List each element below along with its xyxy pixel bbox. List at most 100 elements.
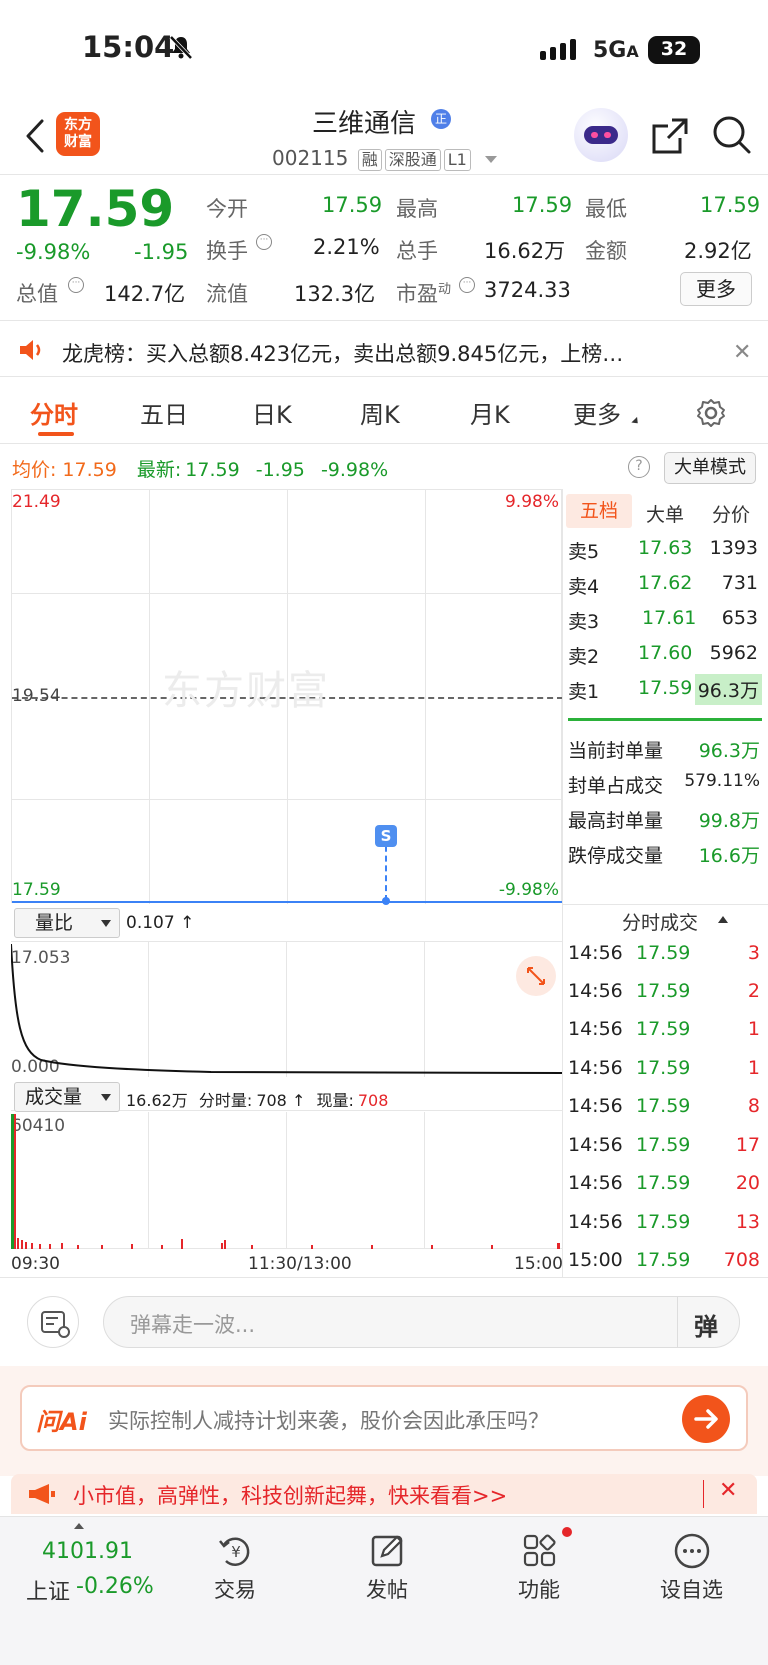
chevron-down-icon[interactable]: [485, 156, 498, 163]
mcap-value: 142.7亿: [104, 282, 186, 306]
nav-functions[interactable]: 功能: [518, 1574, 560, 1604]
tick-qty: 3: [747, 942, 760, 964]
nav-post[interactable]: 发帖: [366, 1574, 408, 1604]
info-icon[interactable]: ···: [256, 234, 272, 250]
tick-time: 14:56: [568, 1057, 623, 1079]
pe-label: 市盈动: [396, 282, 452, 306]
search-icon[interactable]: [711, 114, 753, 160]
promo-banner[interactable]: 小市值，高弹性，科技创新起舞，快来看看>> ✕: [11, 1474, 757, 1514]
tick-row: 14:56 17.59 2: [568, 980, 764, 1014]
index-value[interactable]: 4101.91: [42, 1539, 133, 1564]
info-icon[interactable]: ···: [459, 277, 475, 293]
volume-ratio-value: 0.107 ↑: [126, 913, 195, 933]
tick-time: 14:56: [568, 1018, 623, 1040]
sell-marker-icon[interactable]: S: [375, 825, 397, 847]
nav-trade[interactable]: 交易: [214, 1574, 256, 1604]
tick-price: 17.59: [636, 1018, 691, 1040]
tab-big-order[interactable]: 大单: [646, 500, 684, 527]
arrow-right-icon[interactable]: [682, 1395, 730, 1443]
volume-select[interactable]: 成交量: [14, 1082, 120, 1112]
volume-total: 16.62万: [126, 1091, 188, 1110]
danmu-input[interactable]: 弹幕走一波... 弹: [103, 1296, 740, 1348]
ask-price: 17.60: [638, 642, 693, 664]
volume-select-label: 成交量: [25, 1086, 83, 1108]
ask-label: 卖1: [568, 681, 600, 703]
close-icon[interactable]: ✕: [733, 340, 751, 365]
volume-ratio-panel: 量比 0.107 ↑ 17.053 0.000 成交量 16.62万 分时量: 7…: [11, 905, 562, 1112]
expand-icon[interactable]: [516, 956, 556, 996]
low-label: 最低: [585, 197, 627, 221]
big-order-mode-button[interactable]: 大单模式: [664, 452, 756, 484]
stat-label: 封单占成交: [568, 775, 664, 797]
tick-price: 17.59: [636, 1172, 691, 1194]
volume-ratio-select[interactable]: 量比: [14, 908, 120, 938]
tick-price: 17.59: [636, 980, 691, 1002]
back-icon[interactable]: [24, 118, 46, 158]
tab-more[interactable]: 更多: [573, 395, 621, 430]
stat-row: 封单占成交 579.11%: [568, 771, 764, 801]
tab-daily-k[interactable]: 日K: [252, 395, 292, 430]
network-type: 5GA: [593, 38, 639, 63]
add-watchlist-icon[interactable]: [672, 1531, 712, 1575]
tick-price: 17.59: [636, 942, 691, 964]
trade-icon[interactable]: ¥: [216, 1531, 256, 1575]
volume-chart[interactable]: 60410: [11, 1112, 562, 1249]
help-icon[interactable]: ?: [628, 456, 650, 478]
tick-price: 17.59: [636, 1249, 691, 1271]
info-icon[interactable]: ···: [68, 277, 84, 293]
tab-five-day[interactable]: 五日: [140, 395, 188, 430]
time-start: 09:30: [11, 1254, 60, 1274]
tick-time: 14:56: [568, 1172, 623, 1194]
ai-question-card[interactable]: 问Ai 实际控制人减持计划来袭，股价会因此承压吗？: [20, 1385, 748, 1451]
tick-row: 14:56 17.59 20: [568, 1172, 764, 1206]
speaker-icon: [18, 338, 46, 366]
tick-time: 15:00: [568, 1249, 623, 1271]
tab-price-dist[interactable]: 分价: [712, 500, 750, 527]
more-button[interactable]: 更多: [680, 272, 752, 306]
intraday-chart[interactable]: 东方财富 21.49 9.98% 19.54 17.59 -9.98% S: [11, 489, 563, 905]
app-logo: 东方 财富: [56, 112, 100, 156]
nav-add-watchlist[interactable]: 设自选: [660, 1574, 723, 1604]
mcap-label: 总值: [16, 282, 58, 306]
tab-weekly-k[interactable]: 周K: [360, 395, 400, 430]
tick-row: 14:56 17.59 8: [568, 1095, 764, 1129]
ask-price: 17.62: [638, 572, 693, 594]
tab-intraday[interactable]: 分时: [30, 395, 78, 430]
ticks-title[interactable]: 分时成交: [622, 908, 698, 935]
sort-up-icon: [718, 916, 728, 923]
danmu-settings-icon[interactable]: [27, 1296, 79, 1348]
stat-value: 99.8万: [698, 810, 760, 832]
float-label: 流值: [206, 282, 248, 306]
time-mid: 11:30/13:00: [248, 1254, 352, 1274]
robot-avatar-icon[interactable]: [574, 108, 628, 162]
tab-more-caret-icon: [631, 416, 641, 427]
post-icon[interactable]: [368, 1531, 408, 1575]
avg-label: 均价:: [12, 459, 57, 481]
status-bar: 15:04 5GA 32: [0, 0, 768, 100]
ask-qty: 5962: [709, 642, 758, 664]
y-axis-top: 21.49: [12, 492, 61, 512]
tab-five-level[interactable]: 五档: [566, 494, 632, 528]
summary-change: -1.95: [255, 459, 305, 481]
functions-icon[interactable]: [520, 1531, 560, 1575]
y-axis-mid: 19.54: [12, 686, 61, 706]
close-icon[interactable]: ✕: [719, 1478, 737, 1503]
danmu-send-button[interactable]: 弹: [694, 1307, 718, 1342]
index-caret-icon: [74, 1523, 84, 1529]
index-name[interactable]: 上证: [26, 1574, 70, 1606]
ask-label: 卖5: [568, 541, 600, 563]
volume-ratio-select-label: 量比: [35, 912, 74, 934]
dropdown-caret-icon: [101, 1094, 111, 1101]
turnover-value: 2.21%: [313, 235, 380, 259]
share-icon[interactable]: [650, 116, 690, 160]
index-change[interactable]: -0.26%: [76, 1574, 154, 1599]
y-axis-bottom-pct: -9.98%: [498, 880, 559, 900]
tag-level: L1: [443, 149, 471, 171]
tick-qty: 13: [735, 1211, 760, 1233]
signal-icon: [540, 38, 580, 64]
change-pct: -9.98%: [16, 240, 91, 264]
settings-gear-icon[interactable]: [696, 398, 726, 432]
latest-label: 最新:: [136, 459, 182, 481]
tab-monthly-k[interactable]: 月K: [470, 395, 510, 430]
stock-name[interactable]: 三维通信: [312, 103, 416, 140]
